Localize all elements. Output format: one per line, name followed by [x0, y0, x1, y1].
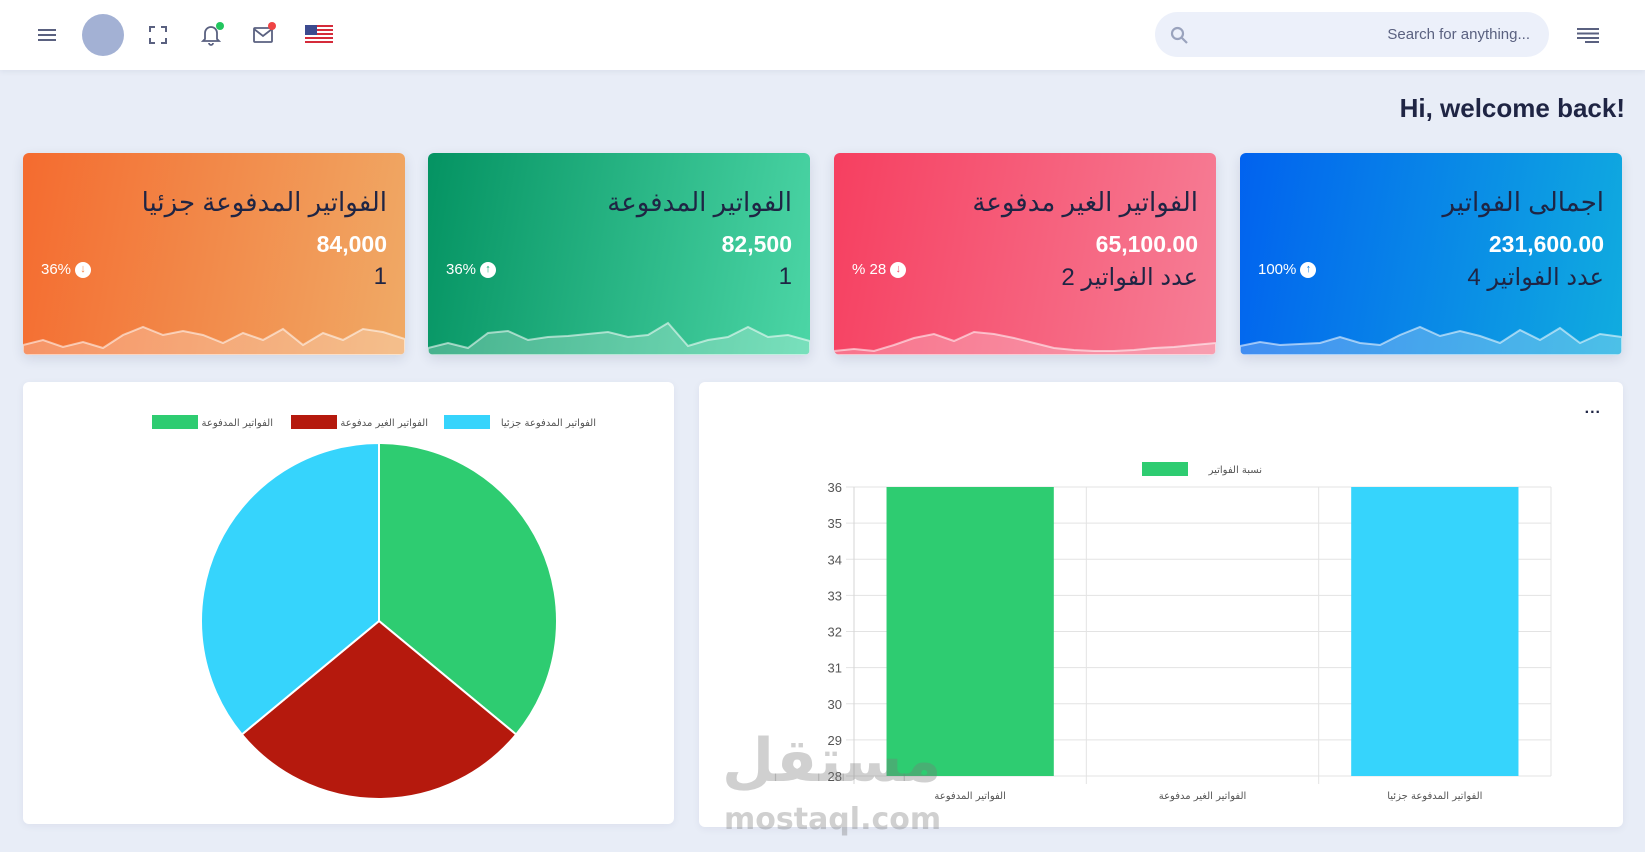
card-title: الفواتير المدفوعة [607, 187, 792, 217]
arrow-up-icon: ↑ [1300, 261, 1317, 278]
card-title: اجمالى الفواتير [1442, 187, 1604, 217]
card-percentage: 36% ↑ [446, 261, 497, 278]
card-count: 1 [778, 263, 792, 290]
card-amount: 65,100.00 [1095, 231, 1198, 257]
card-percentage-value: 100% [1258, 261, 1297, 278]
x-tick-label: الفواتير الغير مدفوعة [1159, 791, 1247, 802]
pie-legend-label[interactable]: الفواتير الغير مدفوعة [340, 418, 428, 429]
y-tick-label: 34 [828, 552, 842, 567]
card-amount: 82,500 [721, 231, 792, 257]
card-percentage: % 28 ↓ [852, 261, 907, 278]
arrow-down-icon: ↓ [890, 261, 907, 278]
card-count: عدد الفواتير 4 [1467, 264, 1604, 291]
pie-chart-panel: الفواتير المدفوعة الفواتير الغير مدفوعة ال… [23, 382, 674, 824]
x-tick-label: الفواتير المدفوعة جزئيا [1387, 791, 1482, 802]
unpaid-invoices-card: الفواتير الغير مدفوعة 65,100.00 عدد الفو… [834, 153, 1216, 355]
card-title: الفواتير المدفوعة جزئيا [141, 187, 387, 217]
pie-legend-label[interactable]: الفواتير المدفوعة [202, 418, 273, 429]
avatar[interactable] [82, 14, 124, 56]
bar[interactable] [1351, 487, 1519, 776]
card-amount: 231,600.00 [1488, 231, 1604, 257]
pie-chart: الفواتير المدفوعة الفواتير الغير مدفوعة ال… [152, 415, 596, 800]
bar[interactable] [886, 487, 1054, 776]
y-tick-label: 28 [828, 769, 842, 784]
pie-legend-swatch[interactable] [291, 415, 337, 429]
card-percentage-value: 36% [446, 261, 477, 278]
notification-dot [216, 22, 224, 30]
arrow-up-icon: ↑ [480, 261, 497, 278]
paid-invoices-card: الفواتير المدفوعة 82,500 1 36% ↑ [428, 153, 810, 355]
card-percentage-value: % 28 [852, 261, 887, 278]
more-options-icon[interactable]: ... [1585, 400, 1601, 418]
pie-legend-swatch[interactable] [152, 415, 198, 429]
y-tick-label: 33 [828, 588, 842, 603]
top-bar [0, 0, 1645, 70]
lines-icon[interactable] [1570, 17, 1606, 53]
partially-paid-invoices-card: الفواتير المدفوعة جزئيا 84,000 1 36% ↓ [23, 153, 405, 355]
sparkline [428, 321, 810, 355]
card-amount: 84,000 [316, 231, 387, 257]
x-tick-label: الفواتير المدفوعة [934, 791, 1005, 802]
arrow-down-icon: ↓ [75, 261, 92, 278]
card-percentage: 36% ↓ [41, 261, 92, 278]
pie-legend-swatch[interactable] [444, 415, 490, 429]
y-tick-label: 29 [828, 733, 842, 748]
card-count: 1 [373, 263, 387, 290]
welcome-heading: Hi, welcome back! [1399, 93, 1625, 123]
y-tick-label: 30 [828, 697, 842, 712]
card-percentage: 100% ↑ [1258, 261, 1317, 278]
total-invoices-card: اجمالى الفواتير 231,600.00 عدد الفواتير … [1240, 153, 1622, 355]
y-tick-label: 35 [828, 516, 842, 531]
bar-chart: نسبة الفواتير 28 29 30 31 32 33 34 35 36 الفواتير … [828, 462, 1552, 802]
card-percentage-value: 36% [41, 261, 72, 278]
mail-dot [268, 22, 276, 30]
card-count: عدد الفواتير 2 [1061, 264, 1198, 291]
fullscreen-icon[interactable] [140, 17, 176, 53]
bell-icon[interactable] [193, 17, 229, 53]
card-title: الفواتير الغير مدفوعة [972, 187, 1198, 217]
search-box [1155, 12, 1549, 57]
menu-icon[interactable] [29, 17, 65, 53]
bar-legend-label[interactable]: نسبة الفواتير [1208, 465, 1262, 476]
y-tick-label: 31 [828, 661, 842, 676]
us-flag-icon[interactable] [301, 17, 337, 53]
bar-legend-swatch[interactable] [1142, 462, 1188, 476]
search-input[interactable] [1195, 12, 1530, 57]
search-icon[interactable] [1167, 23, 1191, 47]
sparkline [834, 330, 1216, 355]
sparkline [1240, 325, 1622, 355]
sparkline [23, 325, 405, 355]
pie-legend-label[interactable]: الفواتير المدفوعة جزئيا [501, 418, 596, 429]
bar-chart-panel: ... نسبة الفواتير 28 29 30 31 32 33 34 35 36 الفوا… [699, 382, 1623, 827]
y-tick-label: 32 [828, 625, 842, 640]
y-tick-label: 36 [828, 480, 842, 495]
mail-icon[interactable] [245, 17, 281, 53]
